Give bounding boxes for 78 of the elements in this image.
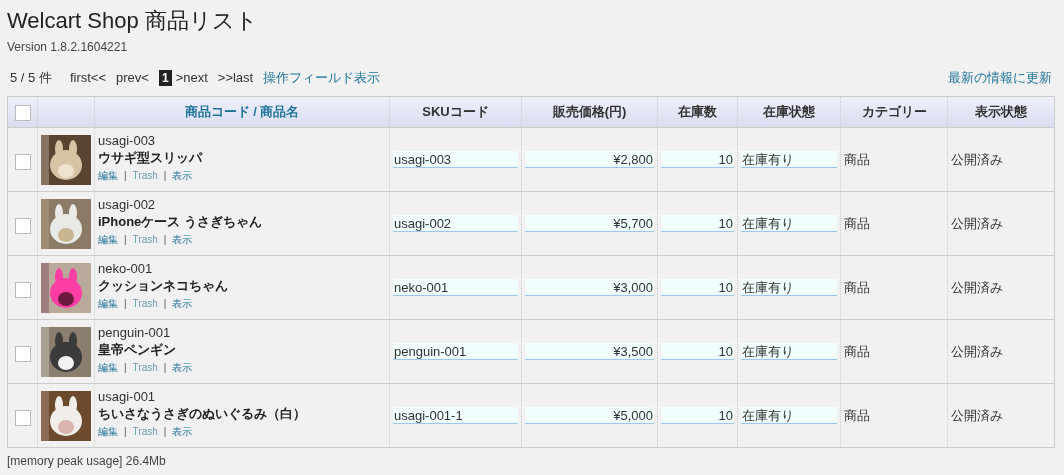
price-field[interactable]: ¥5,000 (525, 407, 654, 424)
sku-field[interactable]: usagi-002 (393, 215, 518, 232)
action-link[interactable]: 表示 (172, 169, 193, 183)
separator-text: | (124, 233, 127, 247)
separator-text: | (124, 425, 127, 439)
product-name: ウサギ型スリッパ (98, 149, 204, 167)
action-link[interactable]: 編集 (98, 361, 118, 375)
stock-field[interactable]: 10 (661, 407, 734, 424)
visibility-text: 公開済み (951, 215, 1003, 231)
action-link[interactable]: 表示 (172, 297, 193, 311)
product-name: 皇帝ペンギン (98, 341, 177, 359)
action-link[interactable]: 編集 (98, 169, 118, 183)
pagination-link[interactable]: >>last (217, 68, 254, 88)
action-link[interactable]: 表示 (172, 233, 193, 247)
category-text: 商品 (844, 215, 870, 231)
page-title: Welcart Shop 商品リスト (7, 7, 259, 35)
item-count: 5 / 5 件 (10, 69, 52, 88)
stock-status-field[interactable]: 在庫有り (741, 151, 837, 168)
separator-text: | (163, 297, 167, 311)
stock-field[interactable]: 10 (661, 279, 734, 296)
action-link[interactable]: 編集 (98, 425, 118, 439)
stock-status-field[interactable]: 在庫有り (741, 407, 837, 424)
product-code: neko-001 (98, 260, 154, 277)
category-text: 商品 (844, 343, 870, 359)
product-code: usagi-002 (98, 196, 157, 213)
separator-text: | (163, 169, 167, 183)
action-link[interactable]: 編集 (98, 233, 118, 247)
stock-status-field[interactable]: 在庫有り (741, 279, 837, 296)
separator-text: | (163, 425, 167, 439)
product-name: クッションネコちゃん (98, 277, 229, 295)
sku-field[interactable]: penguin-001 (393, 343, 518, 360)
pagination-link[interactable]: first<< (69, 68, 107, 88)
sku-field[interactable]: neko-001 (393, 279, 518, 296)
checkbox[interactable] (14, 104, 31, 121)
checkbox[interactable] (14, 153, 31, 170)
pagination-link[interactable]: 1 (158, 70, 172, 86)
column-header: 表示状態 (947, 96, 1055, 128)
stock-status-field[interactable]: 在庫有り (741, 343, 837, 360)
stock-field[interactable]: 10 (661, 343, 734, 360)
sku-field[interactable]: usagi-001-1 (393, 407, 518, 424)
refresh-link[interactable]: 最新の情報に更新 (948, 68, 1052, 88)
action-link[interactable]: 表示 (172, 425, 193, 439)
memory-usage-text: [memory peak usage] 26.4Mb (7, 453, 167, 470)
price-field[interactable]: ¥2,800 (525, 151, 654, 168)
price-field[interactable]: ¥3,000 (525, 279, 654, 296)
product-code: penguin-001 (98, 324, 172, 341)
separator-text: | (163, 233, 167, 247)
visibility-text: 公開済み (951, 343, 1003, 359)
stock-field[interactable]: 10 (661, 215, 734, 232)
action-link[interactable]: 編集 (98, 297, 118, 311)
category-text: 商品 (844, 151, 870, 167)
separator-text: | (163, 361, 167, 375)
separator-text: | (124, 297, 127, 311)
version-text: Version 1.8.2.1604221 (7, 39, 129, 55)
separator-text: | (124, 361, 127, 375)
category-text: 商品 (844, 407, 870, 423)
product-name: iPhoneケース うさぎちゃん (98, 213, 263, 231)
visibility-text: 公開済み (951, 151, 1003, 167)
visibility-text: 公開済み (951, 407, 1003, 423)
product-name: ちいさなうさぎのぬいぐるみ（白） (98, 405, 307, 423)
checkbox[interactable] (14, 409, 31, 426)
action-link[interactable]: 表示 (172, 361, 193, 375)
stock-field[interactable]: 10 (661, 151, 734, 168)
pagination-link[interactable]: prev< (116, 68, 149, 88)
product-code: usagi-001 (98, 388, 157, 405)
checkbox[interactable] (14, 281, 31, 298)
pagination-link[interactable]: >next (175, 68, 208, 88)
price-field[interactable]: ¥5,700 (525, 215, 654, 232)
category-text: 商品 (844, 279, 870, 295)
visibility-text: 公開済み (951, 279, 1003, 295)
checkbox[interactable] (14, 345, 31, 362)
price-field[interactable]: ¥3,500 (525, 343, 654, 360)
field-toggle-link[interactable]: 操作フィールド表示 (263, 68, 381, 88)
checkbox[interactable] (14, 217, 31, 234)
sku-field[interactable]: usagi-003 (393, 151, 518, 168)
separator-text: | (124, 169, 127, 183)
stock-status-field[interactable]: 在庫有り (741, 215, 837, 232)
product-code: usagi-003 (98, 132, 157, 149)
